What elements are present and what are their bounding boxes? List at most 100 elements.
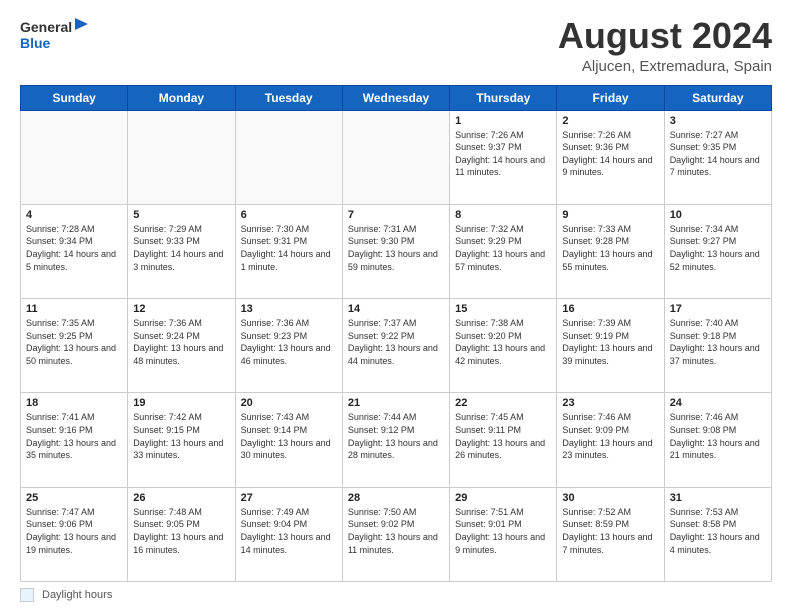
day-info: Sunrise: 7:34 AM Sunset: 9:27 PM Dayligh… <box>670 223 766 273</box>
cell-w4-d6: 23 Sunrise: 7:46 AM Sunset: 9:09 PM Dayli… <box>557 393 664 487</box>
day-number: 26 <box>133 492 229 504</box>
cell-w2-d7: 10 Sunrise: 7:34 AM Sunset: 9:27 PM Dayli… <box>664 204 771 298</box>
cell-w2-d2: 5Sunrise: 7:29 AM Sunset: 9:33 PM Daylig… <box>128 204 235 298</box>
cell-w5-d4: 28 Sunrise: 7:50 AM Sunset: 9:02 PM Dayli… <box>342 487 449 581</box>
svg-text:Blue: Blue <box>20 35 51 51</box>
day-info: Sunrise: 7:29 AM Sunset: 9:33 PM Dayligh… <box>133 223 229 273</box>
day-number: 8 <box>455 209 551 221</box>
cell-w5-d7: 31 Sunrise: 7:53 AM Sunset: 8:58 PM Dayli… <box>664 487 771 581</box>
cell-w2-d5: 8 Sunrise: 7:32 AM Sunset: 9:29 PM Daylig… <box>450 204 557 298</box>
cell-w1-d6: 2 Sunrise: 7:26 AM Sunset: 9:36 PM Daylig… <box>557 110 664 204</box>
cell-w4-d7: 24Sunrise: 7:46 AM Sunset: 9:08 PM Dayli… <box>664 393 771 487</box>
day-number: 7 <box>348 209 444 221</box>
day-number: 31 <box>670 492 766 504</box>
svg-text:General: General <box>20 19 72 35</box>
cell-w4-d5: 22Sunrise: 7:45 AM Sunset: 9:11 PM Dayli… <box>450 393 557 487</box>
cell-w5-d3: 27Sunrise: 7:49 AM Sunset: 9:04 PM Dayli… <box>235 487 342 581</box>
day-info: Sunrise: 7:50 AM Sunset: 9:02 PM Dayligh… <box>348 506 444 556</box>
day-number: 21 <box>348 397 444 409</box>
footer-box <box>20 588 34 602</box>
day-number: 6 <box>241 209 337 221</box>
day-info: Sunrise: 7:31 AM Sunset: 9:30 PM Dayligh… <box>348 223 444 273</box>
cell-w4-d1: 18 Sunrise: 7:41 AM Sunset: 9:16 PM Dayli… <box>21 393 128 487</box>
day-info: Sunrise: 7:33 AM Sunset: 9:28 PM Dayligh… <box>562 223 658 273</box>
cell-w1-d4 <box>342 110 449 204</box>
cell-w2-d6: 9 Sunrise: 7:33 AM Sunset: 9:28 PM Daylig… <box>557 204 664 298</box>
cell-w1-d3 <box>235 110 342 204</box>
day-info: Sunrise: 7:36 AM Sunset: 9:23 PM Dayligh… <box>241 317 337 367</box>
day-number: 17 <box>670 303 766 315</box>
day-info: Sunrise: 7:27 AM Sunset: 9:35 PM Dayligh… <box>670 129 766 179</box>
day-info: Sunrise: 7:46 AM Sunset: 9:08 PM Dayligh… <box>670 411 766 461</box>
logo: General Blue <box>20 16 90 58</box>
cell-w4-d2: 19Sunrise: 7:42 AM Sunset: 9:15 PM Dayli… <box>128 393 235 487</box>
day-number: 2 <box>562 115 658 127</box>
day-number: 10 <box>670 209 766 221</box>
calendar-body: 1 Sunrise: 7:26 AM Sunset: 9:37 PM Daylig… <box>21 110 772 581</box>
cell-w1-d5: 1 Sunrise: 7:26 AM Sunset: 9:37 PM Daylig… <box>450 110 557 204</box>
day-number: 30 <box>562 492 658 504</box>
day-info: Sunrise: 7:52 AM Sunset: 8:59 PM Dayligh… <box>562 506 658 556</box>
day-number: 9 <box>562 209 658 221</box>
day-info: Sunrise: 7:51 AM Sunset: 9:01 PM Dayligh… <box>455 506 551 556</box>
day-number: 25 <box>26 492 122 504</box>
day-number: 14 <box>348 303 444 315</box>
cell-w3-d2: 12 Sunrise: 7:36 AM Sunset: 9:24 PM Dayli… <box>128 299 235 393</box>
day-number: 27 <box>241 492 337 504</box>
week-row-2: 4 Sunrise: 7:28 AM Sunset: 9:34 PM Daylig… <box>21 204 772 298</box>
day-info: Sunrise: 7:46 AM Sunset: 9:09 PM Dayligh… <box>562 411 658 461</box>
day-info: Sunrise: 7:48 AM Sunset: 9:05 PM Dayligh… <box>133 506 229 556</box>
cell-w3-d1: 11Sunrise: 7:35 AM Sunset: 9:25 PM Dayli… <box>21 299 128 393</box>
day-number: 20 <box>241 397 337 409</box>
day-number: 12 <box>133 303 229 315</box>
cell-w3-d5: 15Sunrise: 7:38 AM Sunset: 9:20 PM Dayli… <box>450 299 557 393</box>
day-info: Sunrise: 7:32 AM Sunset: 9:29 PM Dayligh… <box>455 223 551 273</box>
day-number: 29 <box>455 492 551 504</box>
day-info: Sunrise: 7:43 AM Sunset: 9:14 PM Dayligh… <box>241 411 337 461</box>
cell-w3-d6: 16Sunrise: 7:39 AM Sunset: 9:19 PM Dayli… <box>557 299 664 393</box>
day-info: Sunrise: 7:53 AM Sunset: 8:58 PM Dayligh… <box>670 506 766 556</box>
cell-w1-d7: 3 Sunrise: 7:27 AM Sunset: 9:35 PM Daylig… <box>664 110 771 204</box>
days-header-row: SundayMondayTuesdayWednesdayThursdayFrid… <box>21 85 772 110</box>
header-wednesday: Wednesday <box>342 85 449 110</box>
day-number: 3 <box>670 115 766 127</box>
day-number: 4 <box>26 209 122 221</box>
day-info: Sunrise: 7:45 AM Sunset: 9:11 PM Dayligh… <box>455 411 551 461</box>
footer-label: Daylight hours <box>42 589 112 601</box>
day-info: Sunrise: 7:26 AM Sunset: 9:37 PM Dayligh… <box>455 129 551 179</box>
logo-svg: General Blue <box>20 16 90 58</box>
header-saturday: Saturday <box>664 85 771 110</box>
day-info: Sunrise: 7:44 AM Sunset: 9:12 PM Dayligh… <box>348 411 444 461</box>
week-row-1: 1 Sunrise: 7:26 AM Sunset: 9:37 PM Daylig… <box>21 110 772 204</box>
top-section: General Blue August 2024 Aljucen, Extrem… <box>20 16 772 75</box>
week-row-5: 25 Sunrise: 7:47 AM Sunset: 9:06 PM Dayli… <box>21 487 772 581</box>
footer: Daylight hours <box>20 588 772 602</box>
day-info: Sunrise: 7:41 AM Sunset: 9:16 PM Dayligh… <box>26 411 122 461</box>
day-info: Sunrise: 7:36 AM Sunset: 9:24 PM Dayligh… <box>133 317 229 367</box>
cell-w2-d4: 7 Sunrise: 7:31 AM Sunset: 9:30 PM Daylig… <box>342 204 449 298</box>
cell-w2-d1: 4 Sunrise: 7:28 AM Sunset: 9:34 PM Daylig… <box>21 204 128 298</box>
cell-w2-d3: 6 Sunrise: 7:30 AM Sunset: 9:31 PM Daylig… <box>235 204 342 298</box>
day-info: Sunrise: 7:30 AM Sunset: 9:31 PM Dayligh… <box>241 223 337 273</box>
day-info: Sunrise: 7:26 AM Sunset: 9:36 PM Dayligh… <box>562 129 658 179</box>
day-info: Sunrise: 7:47 AM Sunset: 9:06 PM Dayligh… <box>26 506 122 556</box>
cell-w3-d7: 17 Sunrise: 7:40 AM Sunset: 9:18 PM Dayli… <box>664 299 771 393</box>
cell-w1-d2 <box>128 110 235 204</box>
header-friday: Friday <box>557 85 664 110</box>
day-number: 13 <box>241 303 337 315</box>
day-info: Sunrise: 7:40 AM Sunset: 9:18 PM Dayligh… <box>670 317 766 367</box>
day-info: Sunrise: 7:37 AM Sunset: 9:22 PM Dayligh… <box>348 317 444 367</box>
header-monday: Monday <box>128 85 235 110</box>
header-thursday: Thursday <box>450 85 557 110</box>
day-number: 1 <box>455 115 551 127</box>
cell-w5-d1: 25 Sunrise: 7:47 AM Sunset: 9:06 PM Dayli… <box>21 487 128 581</box>
week-row-4: 18 Sunrise: 7:41 AM Sunset: 9:16 PM Dayli… <box>21 393 772 487</box>
day-number: 18 <box>26 397 122 409</box>
header-tuesday: Tuesday <box>235 85 342 110</box>
cell-w4-d4: 21 Sunrise: 7:44 AM Sunset: 9:12 PM Dayli… <box>342 393 449 487</box>
day-info: Sunrise: 7:28 AM Sunset: 9:34 PM Dayligh… <box>26 223 122 273</box>
day-number: 23 <box>562 397 658 409</box>
cell-w3-d3: 13 Sunrise: 7:36 AM Sunset: 9:23 PM Dayli… <box>235 299 342 393</box>
day-number: 28 <box>348 492 444 504</box>
cell-w5-d6: 30 Sunrise: 7:52 AM Sunset: 8:59 PM Dayli… <box>557 487 664 581</box>
